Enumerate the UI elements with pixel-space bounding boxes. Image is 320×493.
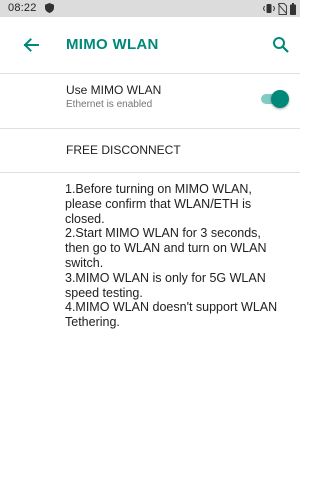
- app-bar: MIMO WLAN: [0, 17, 300, 73]
- search-icon[interactable]: [272, 36, 290, 54]
- screen: 08:22 MIMO WLAN Use MIMO WLAN Ethernet i…: [0, 0, 300, 493]
- free-disconnect-row[interactable]: FREE DISCONNECT: [0, 129, 300, 172]
- use-mimo-wlan-row[interactable]: Use MIMO WLAN Ethernet is enabled: [0, 74, 300, 128]
- info-line: please confirm that WLAN/ETH is: [65, 196, 252, 211]
- status-icons: [263, 2, 296, 15]
- arrow-back-icon[interactable]: [21, 35, 41, 55]
- info-line: then go to WLAN and turn on WLAN: [65, 241, 267, 256]
- pref-summary: Ethernet is enabled: [66, 99, 153, 110]
- status-bar: 08:22: [0, 0, 300, 17]
- info-line: closed.: [65, 211, 105, 226]
- info-line: 1.Before turning on MIMO WLAN,: [65, 182, 252, 196]
- page-title: MIMO WLAN: [66, 36, 159, 53]
- info-line: 2.Start MIMO WLAN for 3 seconds,: [65, 226, 261, 241]
- free-disconnect-label: FREE DISCONNECT: [66, 143, 181, 157]
- pref-title: Use MIMO WLAN: [66, 83, 162, 97]
- info-line: 3.MIMO WLAN is only for 5G WLAN: [65, 270, 266, 285]
- battery-icon: [290, 2, 296, 15]
- info-line: Tethering.: [65, 315, 120, 330]
- vibrate-icon: [263, 4, 275, 13]
- info-line: switch.: [65, 255, 104, 270]
- status-time: 08:22: [8, 2, 37, 14]
- switch-thumb: [271, 90, 289, 108]
- no-sim-icon: [278, 2, 287, 15]
- mimo-wlan-switch[interactable]: [259, 90, 289, 108]
- info-text: 1.Before turning on MIMO WLAN, please co…: [65, 182, 297, 330]
- info-line: 4.MIMO WLAN doesn't support WLAN: [65, 300, 278, 315]
- info-line: speed testing.: [65, 285, 143, 300]
- divider: [0, 172, 300, 173]
- shield-icon: [45, 3, 54, 13]
